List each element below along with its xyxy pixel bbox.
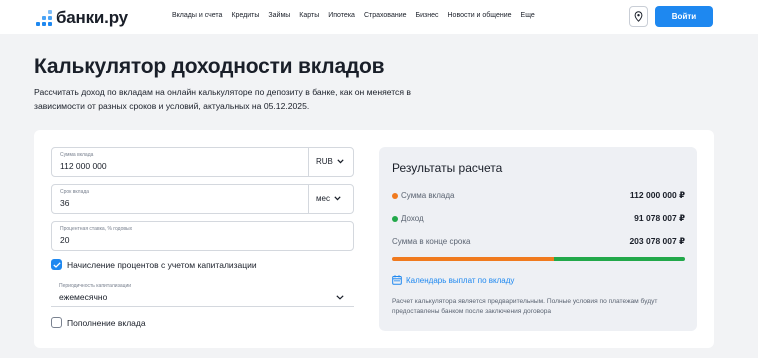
check-icon bbox=[52, 261, 61, 268]
calendar-icon bbox=[392, 275, 402, 285]
result-row-deposit: Сумма вклада 112 000 000 ₽ bbox=[392, 190, 685, 201]
periodicity-label: Периодичность капитализации bbox=[59, 283, 132, 289]
term-label: Срок вклада bbox=[60, 189, 90, 195]
income-label: Доход bbox=[401, 214, 424, 223]
main-nav: Вклады и счета Кредиты Займы Карты Ипоте… bbox=[172, 12, 544, 19]
results-panel: Результаты расчета Сумма вклада 112 000 … bbox=[379, 147, 697, 331]
proportion-bar bbox=[392, 257, 685, 261]
logo-icon bbox=[36, 10, 52, 26]
term-field[interactable]: Срок вклада 36 мес bbox=[51, 184, 354, 214]
amount-value[interactable]: 112 000 000 bbox=[60, 161, 107, 171]
results-title: Результаты расчета bbox=[392, 161, 503, 175]
nav-item-loans[interactable]: Займы bbox=[268, 12, 290, 19]
replenishment-label: Пополнение вклада bbox=[67, 317, 146, 328]
results-disclaimer: Расчет калькулятора является предварител… bbox=[392, 298, 658, 315]
capitalization-label: Начисление процентов с учетом капитализа… bbox=[67, 259, 257, 270]
income-value: 91 078 007 ₽ bbox=[634, 213, 685, 223]
nav-item-news[interactable]: Новости и общение bbox=[448, 12, 512, 19]
result-row-income: Доход 91 078 007 ₽ bbox=[392, 213, 685, 224]
rate-value[interactable]: 20 bbox=[60, 235, 69, 245]
nav-item-mortgage[interactable]: Ипотека bbox=[328, 12, 355, 19]
nav-item-business[interactable]: Бизнес bbox=[416, 12, 439, 19]
periodicity-value: ежемесячно bbox=[59, 292, 108, 302]
proportion-bar-income bbox=[553, 257, 685, 261]
periodicity-select[interactable]: Периодичность капитализации ежемесячно bbox=[51, 277, 354, 307]
site-logo[interactable]: банки.ру bbox=[36, 8, 128, 28]
term-separator bbox=[308, 185, 309, 213]
page-subtitle: Рассчитать доход по вкладам на онлайн ка… bbox=[34, 87, 411, 111]
chevron-down-icon bbox=[334, 196, 341, 201]
calculator-card: Сумма вклада 112 000 000 RUB Срок вклада… bbox=[34, 130, 714, 348]
currency-value: RUB bbox=[316, 157, 333, 166]
deposit-value: 112 000 000 ₽ bbox=[629, 190, 685, 200]
proportion-bar-deposit bbox=[392, 257, 554, 261]
income-dot-icon bbox=[392, 215, 398, 222]
total-label: Сумма в конце срока bbox=[392, 237, 471, 246]
rate-field[interactable]: Процентная ставка, % годовых 20 bbox=[51, 221, 354, 251]
page-title: Калькулятор доходности вкладов bbox=[34, 55, 385, 78]
result-row-total: Сумма в конце срока 203 078 007 ₽ bbox=[392, 236, 685, 247]
top-header: банки.ру Вклады и счета Кредиты Займы Ка… bbox=[0, 0, 758, 34]
location-button[interactable] bbox=[629, 6, 648, 27]
amount-label: Сумма вклада bbox=[60, 152, 94, 158]
currency-select[interactable]: RUB bbox=[316, 157, 344, 166]
capitalization-checkbox-row[interactable]: Начисление процентов с учетом капитализа… bbox=[51, 259, 257, 270]
term-value[interactable]: 36 bbox=[60, 198, 69, 208]
calendar-link-text[interactable]: Календарь выплат по вкладу bbox=[406, 276, 514, 285]
term-unit-select[interactable]: мес bbox=[316, 194, 341, 203]
total-value: 203 078 007 ₽ bbox=[629, 236, 685, 246]
rate-label: Процентная ставка, % годовых bbox=[60, 226, 133, 232]
nav-item-insurance[interactable]: Страхование bbox=[364, 12, 407, 19]
term-unit-value: мес bbox=[316, 194, 330, 203]
nav-item-credits[interactable]: Кредиты bbox=[231, 12, 259, 19]
deposit-dot-icon bbox=[392, 192, 398, 199]
replenishment-checkbox-row[interactable]: Пополнение вклада bbox=[51, 317, 146, 328]
replenishment-checkbox[interactable] bbox=[51, 317, 62, 328]
capitalization-checkbox[interactable] bbox=[51, 259, 62, 270]
location-pin-icon bbox=[634, 11, 643, 22]
deposit-label: Сумма вклада bbox=[401, 191, 455, 200]
chevron-down-icon bbox=[337, 159, 344, 164]
amount-separator bbox=[308, 148, 309, 176]
nav-item-cards[interactable]: Карты bbox=[299, 12, 319, 19]
login-button[interactable]: Войти bbox=[655, 6, 713, 27]
logo-text: банки.ру bbox=[56, 8, 128, 27]
chevron-down-icon bbox=[336, 295, 344, 300]
nav-item-deposits[interactable]: Вклады и счета bbox=[172, 12, 222, 19]
payment-calendar-link[interactable]: Календарь выплат по вкладу bbox=[392, 275, 514, 285]
nav-item-more[interactable]: Еще bbox=[521, 12, 535, 19]
amount-field[interactable]: Сумма вклада 112 000 000 RUB bbox=[51, 147, 354, 177]
